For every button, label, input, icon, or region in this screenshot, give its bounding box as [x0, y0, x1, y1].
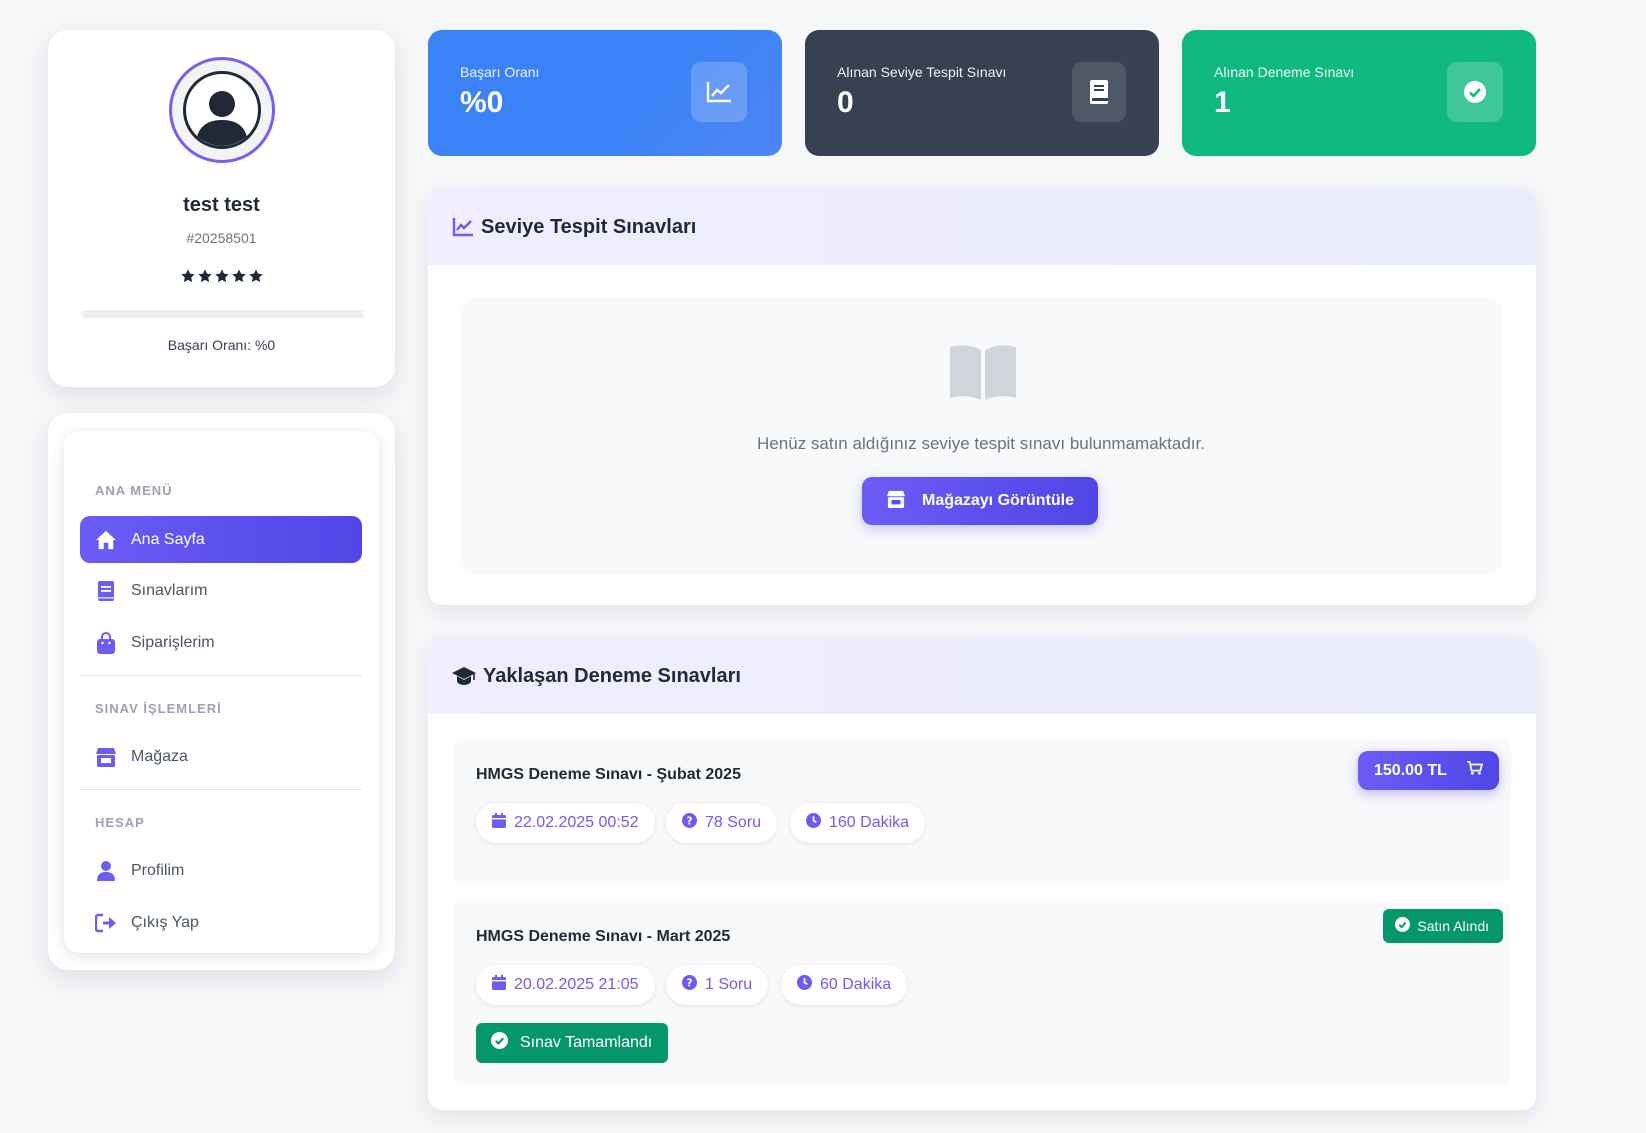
exam-duration-chip: 60 Dakika	[781, 965, 908, 1005]
stat-card-trial-exams: Alınan Deneme Sınavı 1	[1182, 30, 1536, 156]
exam-card: HMGS Deneme Sınavı - Şubat 2025 22.02.20…	[453, 739, 1511, 883]
exam-duration: 60 Dakika	[820, 976, 892, 993]
star-icon	[214, 269, 229, 283]
calendar-icon	[492, 975, 506, 995]
store-icon	[95, 746, 117, 768]
profile-name: test test	[183, 194, 260, 216]
user-icon	[95, 860, 117, 882]
stat-card-success-rate: Başarı Oranı %0	[428, 30, 782, 156]
svg-text:?: ?	[687, 977, 693, 989]
exam-date: 20.02.2025 21:05	[514, 976, 639, 993]
sidebar-item-logout[interactable]: Çıkış Yap	[80, 899, 362, 946]
star-icon	[248, 269, 263, 283]
graduation-cap-icon	[451, 664, 477, 688]
shopping-bag-icon	[95, 631, 117, 654]
home-icon	[95, 529, 117, 551]
placement-exams-panel: Seviye Tespit Sınavları Henüz satın aldı…	[428, 189, 1536, 605]
exam-date-chip: 20.02.2025 21:05	[476, 965, 655, 1005]
open-book-icon	[950, 345, 1016, 400]
question-circle-icon: ?	[682, 813, 697, 833]
panel-title: Seviye Tespit Sınavları	[481, 215, 697, 238]
panel-header: Yaklaşan Deneme Sınavları	[428, 638, 1536, 714]
store-icon	[886, 490, 906, 513]
exam-title: HMGS Deneme Sınavı - Şubat 2025	[476, 766, 741, 783]
book-icon	[95, 580, 117, 602]
profile-id: #20258501	[186, 230, 257, 246]
buy-exam-button[interactable]: 150.00 TL	[1358, 751, 1499, 790]
panel-header: Seviye Tespit Sınavları	[428, 189, 1536, 265]
exam-date: 22.02.2025 00:52	[514, 814, 639, 831]
check-circle-icon	[491, 1032, 508, 1054]
calendar-icon	[492, 813, 506, 833]
exam-price: 150.00 TL	[1374, 761, 1447, 779]
section-title-account: HESAP	[95, 815, 145, 830]
chart-line-icon	[451, 215, 475, 239]
check-circle-icon	[1395, 917, 1411, 935]
view-store-button[interactable]: Mağazayı Görüntüle	[862, 477, 1098, 525]
star-icon	[197, 269, 212, 283]
exam-questions: 1 Soru	[705, 976, 753, 993]
star-icon	[180, 269, 195, 283]
exam-duration-chip: 160 Dakika	[790, 803, 926, 843]
exam-date-chip: 22.02.2025 00:52	[476, 803, 655, 843]
stat-card-placement-exams: Alınan Seviye Tespit Sınavı 0	[805, 30, 1159, 156]
sidebar-item-label: Mağaza	[131, 747, 188, 765]
purchased-label: Satın Alındı	[1417, 918, 1489, 934]
upcoming-exams-panel: Yaklaşan Deneme Sınavları HMGS Deneme Sı…	[428, 638, 1536, 1110]
exam-questions: 78 Soru	[705, 814, 762, 831]
sidebar-item-label: Ana Sayfa	[131, 530, 205, 548]
sidebar: ANA MENÜ Ana Sayfa Sınavlarım Siparişler…	[48, 413, 395, 970]
success-rate-text: Başarı Oranı: %0	[167, 337, 276, 353]
menu-divider	[80, 789, 362, 790]
panel-title: Yaklaşan Deneme Sınavları	[483, 664, 741, 687]
cart-icon	[1467, 761, 1484, 780]
sidebar-item-profile[interactable]: Profilim	[80, 847, 362, 894]
empty-state: Henüz satın aldığınız seviye tespit sına…	[460, 298, 1502, 574]
exam-questions-chip: ? 1 Soru	[666, 965, 769, 1005]
star-icon	[231, 269, 246, 283]
sidebar-item-home[interactable]: Ana Sayfa	[80, 516, 362, 563]
check-circle-icon	[1447, 62, 1503, 122]
chart-line-icon	[691, 62, 747, 122]
section-title-main-menu: ANA MENÜ	[95, 483, 173, 498]
purchased-badge: Satın Alındı	[1383, 909, 1503, 943]
profile-card: test test #20258501 Başarı Oranı: %0	[48, 30, 395, 387]
sidebar-item-label: Çıkış Yap	[131, 913, 199, 931]
sidebar-item-label: Siparişlerim	[131, 633, 215, 651]
sidebar-item-store[interactable]: Mağaza	[80, 733, 362, 780]
empty-state-text: Henüz satın aldığınız seviye tespit sına…	[757, 434, 1205, 453]
exam-title: HMGS Deneme Sınavı - Mart 2025	[476, 928, 731, 945]
book-icon	[1072, 62, 1126, 122]
sidebar-item-label: Profilim	[131, 861, 185, 879]
rating-stars	[48, 268, 395, 284]
menu-divider	[80, 675, 362, 676]
clock-icon	[806, 813, 821, 833]
exam-completed-label: Sınav Tamamlandı	[520, 1034, 653, 1051]
user-silhouette-icon	[183, 71, 261, 149]
sidebar-item-label: Sınavlarım	[131, 581, 208, 599]
exam-questions-chip: ? 78 Soru	[666, 803, 778, 843]
exam-completed-button[interactable]: Sınav Tamamlandı	[476, 1023, 668, 1063]
exam-card: HMGS Deneme Sınavı - Mart 2025 20.02.202…	[453, 901, 1511, 1085]
logout-icon	[95, 912, 117, 934]
sidebar-item-orders[interactable]: Siparişlerim	[80, 619, 362, 666]
exam-duration: 160 Dakika	[829, 814, 910, 831]
sidebar-item-exams[interactable]: Sınavlarım	[80, 567, 362, 614]
sidebar-menu: ANA MENÜ Ana Sayfa Sınavlarım Siparişler…	[64, 431, 379, 953]
section-title-exam-ops: SINAV İŞLEMLERİ	[95, 701, 222, 716]
success-progress-bar	[81, 310, 364, 318]
view-store-label: Mağazayı Görüntüle	[921, 492, 1075, 509]
clock-icon	[797, 975, 812, 995]
question-circle-icon: ?	[682, 975, 697, 995]
svg-text:?: ?	[687, 815, 693, 827]
avatar[interactable]	[169, 57, 275, 163]
